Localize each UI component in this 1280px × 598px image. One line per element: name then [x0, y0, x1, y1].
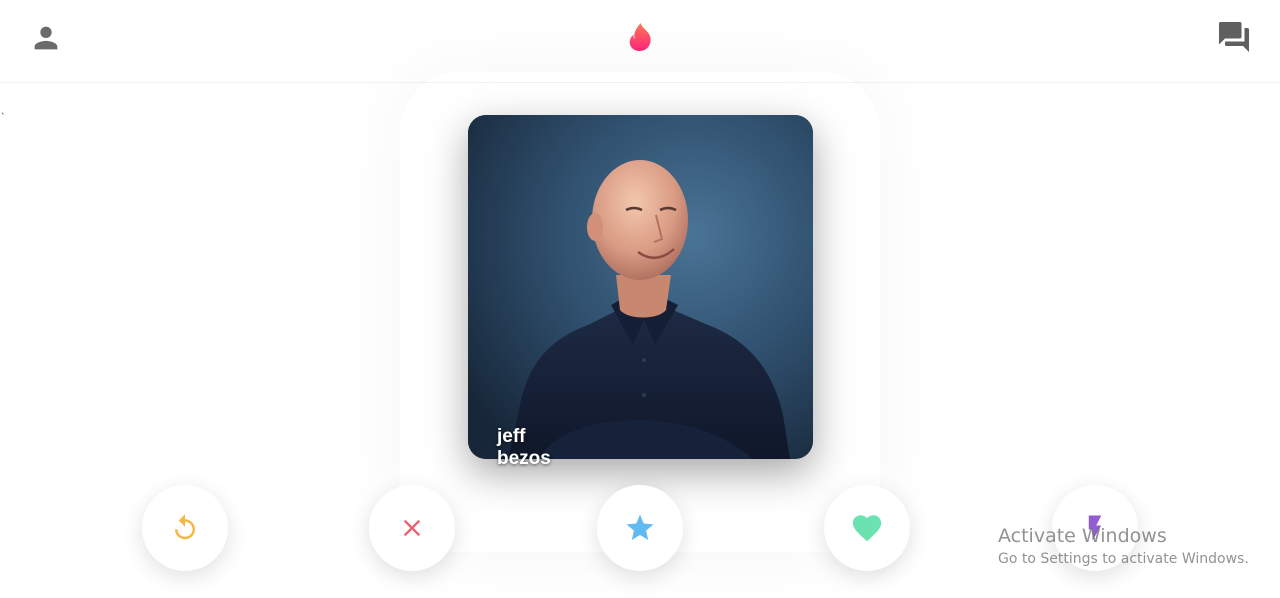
messages-button[interactable]: [1214, 19, 1254, 55]
watermark-title: Activate Windows: [998, 525, 1167, 547]
header: [0, 0, 1280, 83]
nope-button[interactable]: [369, 485, 455, 571]
profile-name: jeff bezos: [497, 426, 551, 469]
close-icon: [403, 519, 421, 537]
person-icon: [34, 26, 58, 50]
heart-icon: [852, 515, 882, 542]
activate-windows-watermark: Activate Windows Go to Settings to activ…: [998, 524, 1249, 570]
replay-icon: [175, 514, 195, 540]
profile-card[interactable]: [468, 115, 813, 459]
stray-backtick: `: [1, 112, 5, 124]
rewind-button[interactable]: [142, 485, 228, 571]
tinder-logo[interactable]: [622, 19, 658, 55]
star-icon: [626, 514, 654, 540]
super-like-button[interactable]: [597, 485, 683, 571]
like-button[interactable]: [824, 485, 910, 571]
forum-icon: [1219, 22, 1249, 52]
app-root: ` jeff bezos Activate Windows Go to Sett…: [0, 0, 1280, 598]
watermark-subtitle: Go to Settings to activate Windows.: [998, 551, 1249, 567]
profile-button[interactable]: [28, 20, 64, 56]
flame-icon: [629, 23, 651, 52]
profile-photo: [468, 115, 813, 459]
